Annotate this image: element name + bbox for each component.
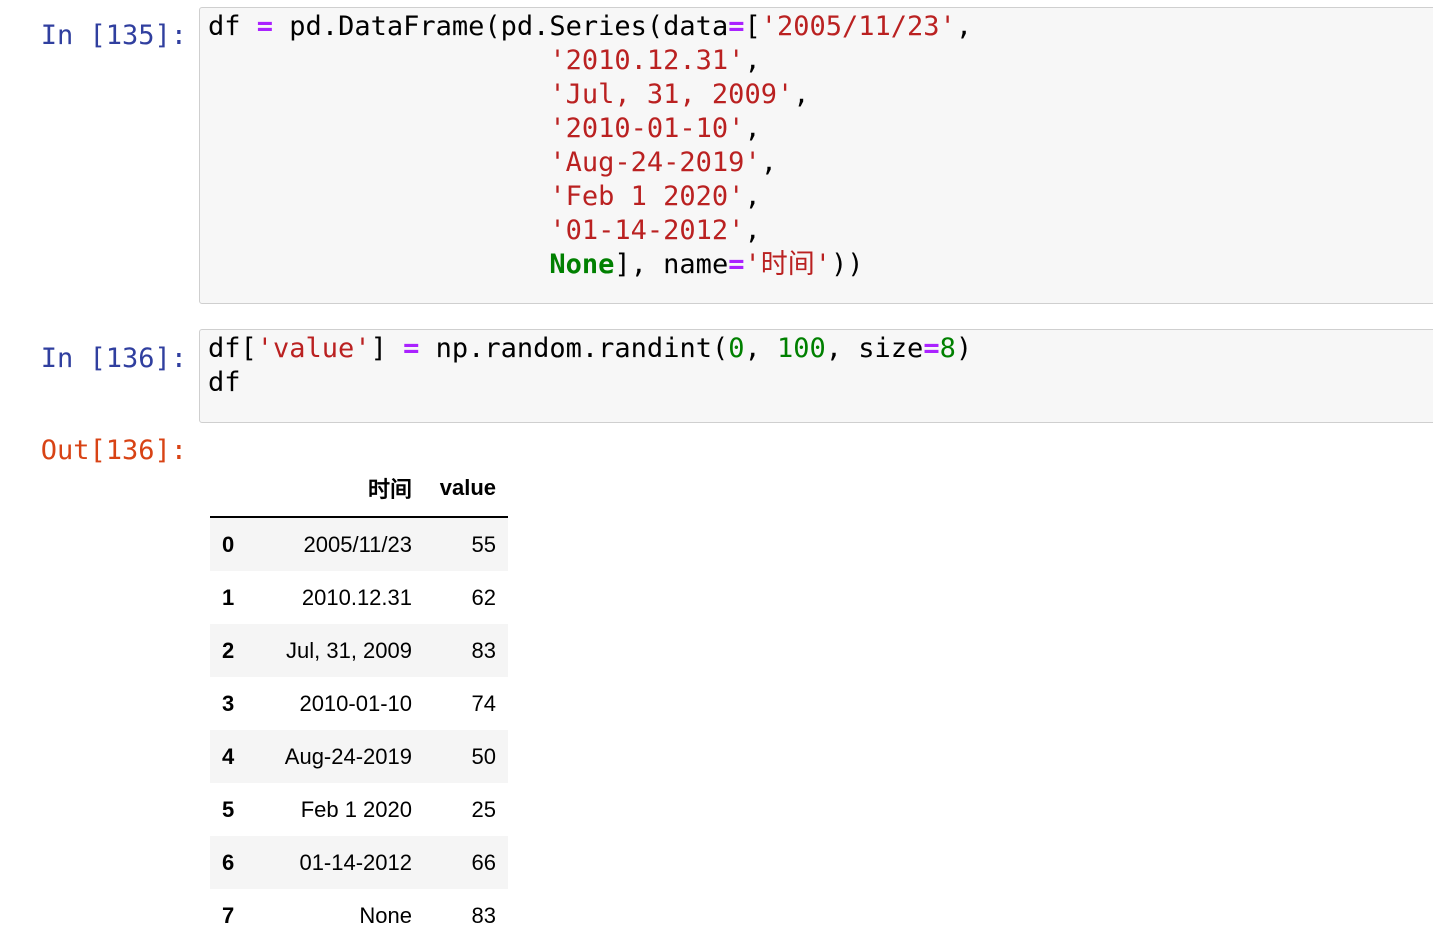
- code-line: '2010.12.31',: [208, 44, 972, 78]
- code-token-str: '时间': [744, 249, 831, 280]
- code-token: ,: [744, 45, 761, 76]
- table-row: 5 Feb 1 2020 25: [210, 783, 508, 836]
- code-line: 'Feb 1 2020',: [208, 180, 972, 214]
- row-index: 0: [222, 531, 235, 557]
- code-token-kw: None: [549, 249, 615, 280]
- row-index: 5: [222, 796, 235, 822]
- cell-value: 83: [471, 902, 496, 928]
- code-token-num: 100: [777, 333, 826, 364]
- code-token-str: '2010-01-10': [549, 113, 745, 144]
- table-row: 6 01-14-2012 66: [210, 836, 508, 889]
- cell-time: 2005/11/23: [303, 531, 412, 557]
- code-token: ], name: [614, 249, 729, 280]
- code-line: df['value'] = np.random.randint(0, 100, …: [208, 332, 972, 366]
- table-row: 4 Aug-24-2019 50: [210, 730, 508, 783]
- code-token-op: =: [256, 11, 274, 42]
- cell-time: Jul, 31, 2009: [286, 637, 412, 663]
- code-token: [: [744, 11, 761, 42]
- table-row: 7 None 83: [210, 889, 508, 942]
- row-index: 3: [222, 690, 235, 716]
- code-token: ,: [744, 113, 761, 144]
- code-token-num: 0: [728, 333, 745, 364]
- row-index: 4: [222, 743, 235, 769]
- code-token: df: [208, 11, 257, 42]
- code-token-str: '2010.12.31': [549, 45, 745, 76]
- row-index: 2: [222, 637, 235, 663]
- code-token: ]: [370, 333, 404, 364]
- code-token-str: 'Aug-24-2019': [549, 147, 761, 178]
- cell-time: 2010.12.31: [301, 584, 412, 610]
- code-token: ,: [744, 181, 761, 212]
- table-row: 0 2005/11/23 55: [210, 517, 508, 571]
- code-line: df = pd.DataFrame(pd.Series(data=['2005/…: [208, 10, 972, 44]
- code-line: '01-14-2012',: [208, 214, 972, 248]
- code-token-str: '01-14-2012': [549, 215, 745, 246]
- column-header-value: value: [424, 460, 508, 518]
- code-token-op: =: [728, 11, 745, 42]
- cell-value: 50: [471, 743, 496, 769]
- code-token: df: [208, 367, 241, 398]
- code-line: 'Aug-24-2019',: [208, 146, 972, 180]
- cell-time: Feb 1 2020: [300, 796, 412, 822]
- code-editor-135[interactable]: df = pd.DataFrame(pd.Series(data=['2005/…: [208, 10, 972, 282]
- dataframe-output-table: 时间 value 0 2005/11/23 55 1 2010.12.31 62 2 Jul,…: [210, 460, 508, 942]
- code-token-str: 'value': [256, 333, 371, 364]
- table-row: 1 2010.12.31 62: [210, 571, 508, 624]
- code-token: np.random.randint(: [419, 333, 729, 364]
- cell-value: 25: [471, 796, 496, 822]
- code-token-op: =: [923, 333, 940, 364]
- code-token: ,: [744, 215, 761, 246]
- table-header-row: 时间 value: [210, 460, 508, 518]
- code-token: ,: [744, 333, 777, 364]
- row-index: 6: [222, 849, 235, 875]
- code-token-str: 'Feb 1 2020': [549, 181, 745, 212]
- cell-value: 62: [471, 584, 496, 610]
- code-line: 'Jul, 31, 2009',: [208, 78, 972, 112]
- code-token: ,: [793, 79, 810, 110]
- code-cell-136[interactable]: df['value'] = np.random.randint(0, 100, …: [199, 329, 1433, 423]
- code-token: ,: [955, 11, 973, 42]
- cell-time: Aug-24-2019: [284, 743, 412, 769]
- input-prompt-135: In [135]:: [40, 20, 187, 51]
- cell-value: 66: [471, 849, 496, 875]
- cell-time: 01-14-2012: [299, 849, 412, 875]
- index-header: [210, 460, 258, 518]
- code-token-op: =: [728, 249, 745, 280]
- cell-value: 83: [471, 637, 496, 663]
- code-line: '2010-01-10',: [208, 112, 972, 146]
- cell-time: None: [359, 902, 412, 928]
- code-token: , size: [825, 333, 924, 364]
- row-index: 7: [222, 902, 235, 928]
- code-token: ): [955, 333, 973, 364]
- output-prompt-136: Out[136]:: [40, 435, 187, 466]
- code-token-op: =: [403, 333, 420, 364]
- code-token-num: 8: [939, 333, 956, 364]
- table-row: 3 2010-01-10 74: [210, 677, 508, 730]
- code-token-str: '2005/11/23': [760, 11, 956, 42]
- column-header-time: 时间: [258, 460, 424, 518]
- code-line: df: [208, 366, 972, 400]
- table-row: 2 Jul, 31, 2009 83: [210, 624, 508, 677]
- code-line: None], name='时间')): [208, 248, 972, 282]
- code-editor-136[interactable]: df['value'] = np.random.randint(0, 100, …: [208, 332, 972, 400]
- row-index: 1: [222, 584, 235, 610]
- code-token: df[: [208, 333, 257, 364]
- code-token-str: 'Jul, 31, 2009': [549, 79, 794, 110]
- input-prompt-136: In [136]:: [40, 343, 187, 374]
- code-token: pd.DataFrame(pd.Series(data: [273, 11, 729, 42]
- code-token: )): [830, 249, 864, 280]
- cell-time: 2010-01-10: [299, 690, 412, 716]
- code-cell-135[interactable]: df = pd.DataFrame(pd.Series(data=['2005/…: [199, 7, 1433, 304]
- cell-value: 74: [471, 690, 496, 716]
- code-token: ,: [760, 147, 777, 178]
- cell-value: 55: [471, 531, 496, 557]
